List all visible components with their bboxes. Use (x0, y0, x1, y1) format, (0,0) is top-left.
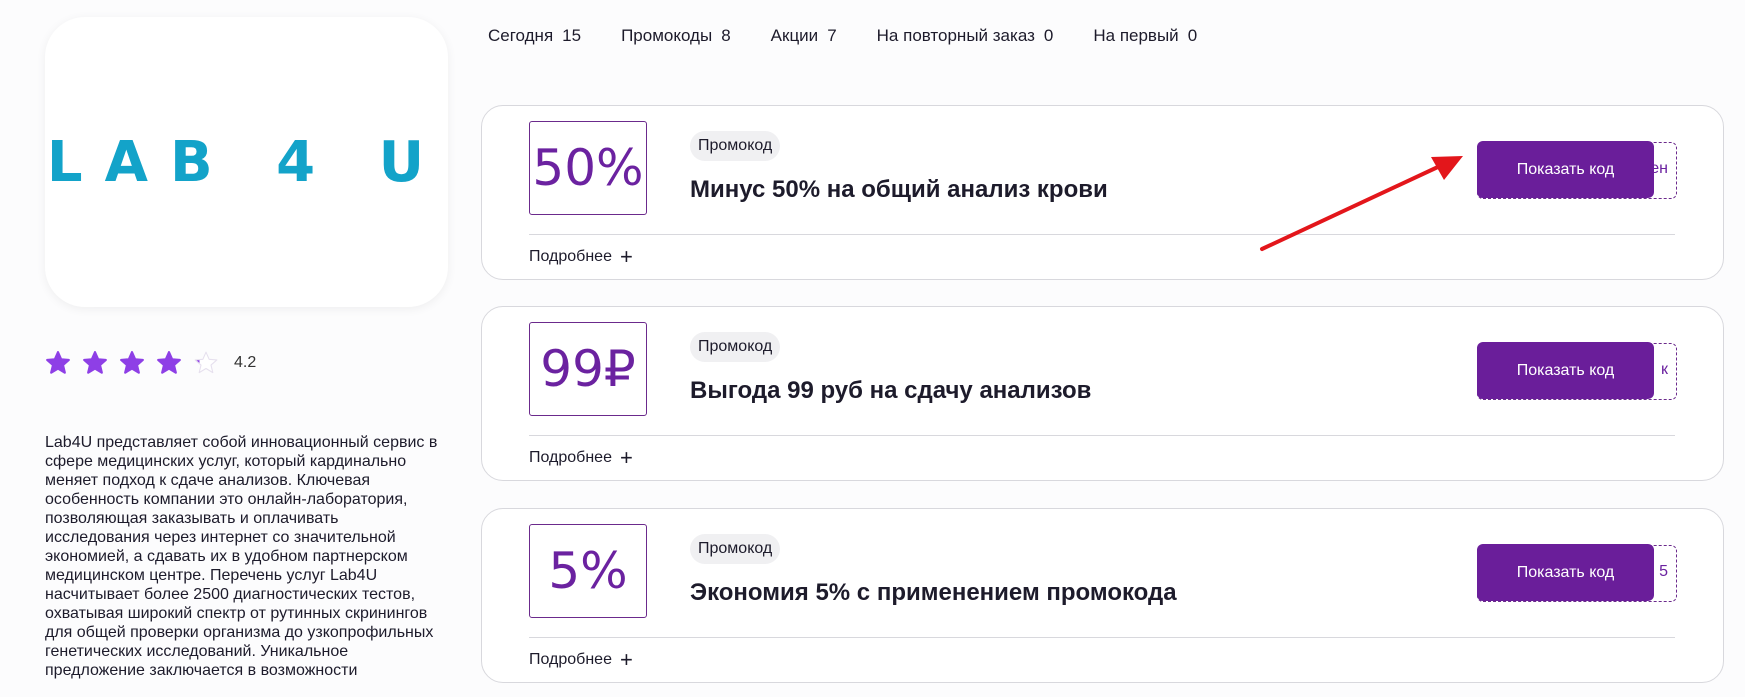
coupon-card: 50% Промокод Минус 50% на общий анализ к… (481, 105, 1724, 280)
code-peek: 5 (1659, 563, 1668, 580)
store-logo: LAB 4 U (46, 129, 447, 195)
discount-badge: 5% (529, 524, 647, 618)
tab-actions[interactable]: Акции 7 (771, 26, 837, 46)
tab-today[interactable]: Сегодня 15 (488, 26, 581, 46)
star-filled-icon (120, 351, 144, 374)
star-partial-icon (194, 351, 218, 374)
coupon-title: Минус 50% на общий анализ крови (690, 176, 1108, 203)
coupon-type-pill: Промокод (690, 131, 781, 161)
show-code-button[interactable]: Показать код (1477, 141, 1654, 198)
plus-icon: + (619, 647, 633, 672)
code-peek: к (1661, 361, 1668, 378)
rating-value: 4.2 (234, 354, 257, 371)
divider (529, 234, 1675, 235)
coupon-card: 99₽ Промокод Выгода 99 руб на сдачу анал… (481, 306, 1724, 481)
store-description: Lab4U представляет собой инновационный с… (45, 434, 438, 679)
coupon-title: Экономия 5% с применением промокода (690, 579, 1177, 606)
divider (529, 435, 1675, 436)
coupon-type-pill: Промокод (690, 534, 781, 564)
promo-code-box: ен Показать код (1477, 141, 1677, 199)
promo-code-box: 5 Показать код (1477, 544, 1677, 602)
coupon-title: Выгода 99 руб на сдачу анализов (690, 377, 1092, 404)
tab-promocodes[interactable]: Промокоды 8 (621, 26, 731, 46)
star-filled-icon (83, 351, 107, 374)
discount-badge: 99₽ (529, 322, 647, 416)
star-filled-icon (46, 351, 70, 374)
plus-icon: + (619, 244, 633, 269)
divider (529, 637, 1675, 638)
discount-badge: 50% (529, 121, 647, 215)
coupon-card: 5% Промокод Экономия 5% с применением пр… (481, 508, 1724, 683)
tab-first-order[interactable]: На первый 0 (1093, 26, 1197, 46)
details-toggle[interactable]: Подробнее + (529, 647, 633, 672)
store-logo-card: LAB 4 U (45, 17, 448, 307)
tab-repeat-order[interactable]: На повторный заказ 0 (877, 26, 1054, 46)
details-toggle[interactable]: Подробнее + (529, 445, 633, 470)
details-toggle[interactable]: Подробнее + (529, 244, 633, 269)
star-filled-icon (157, 351, 181, 374)
show-code-button[interactable]: Показать код (1477, 544, 1654, 601)
coupon-type-pill: Промокод (690, 332, 781, 362)
promo-code-box: к Показать код (1477, 342, 1677, 400)
plus-icon: + (619, 445, 633, 470)
rating: 4.2 (45, 350, 256, 376)
filter-tabs: Сегодня 15 Промокоды 8 Акции 7 На повторный… (488, 26, 1197, 46)
show-code-button[interactable]: Показать код (1477, 342, 1654, 399)
